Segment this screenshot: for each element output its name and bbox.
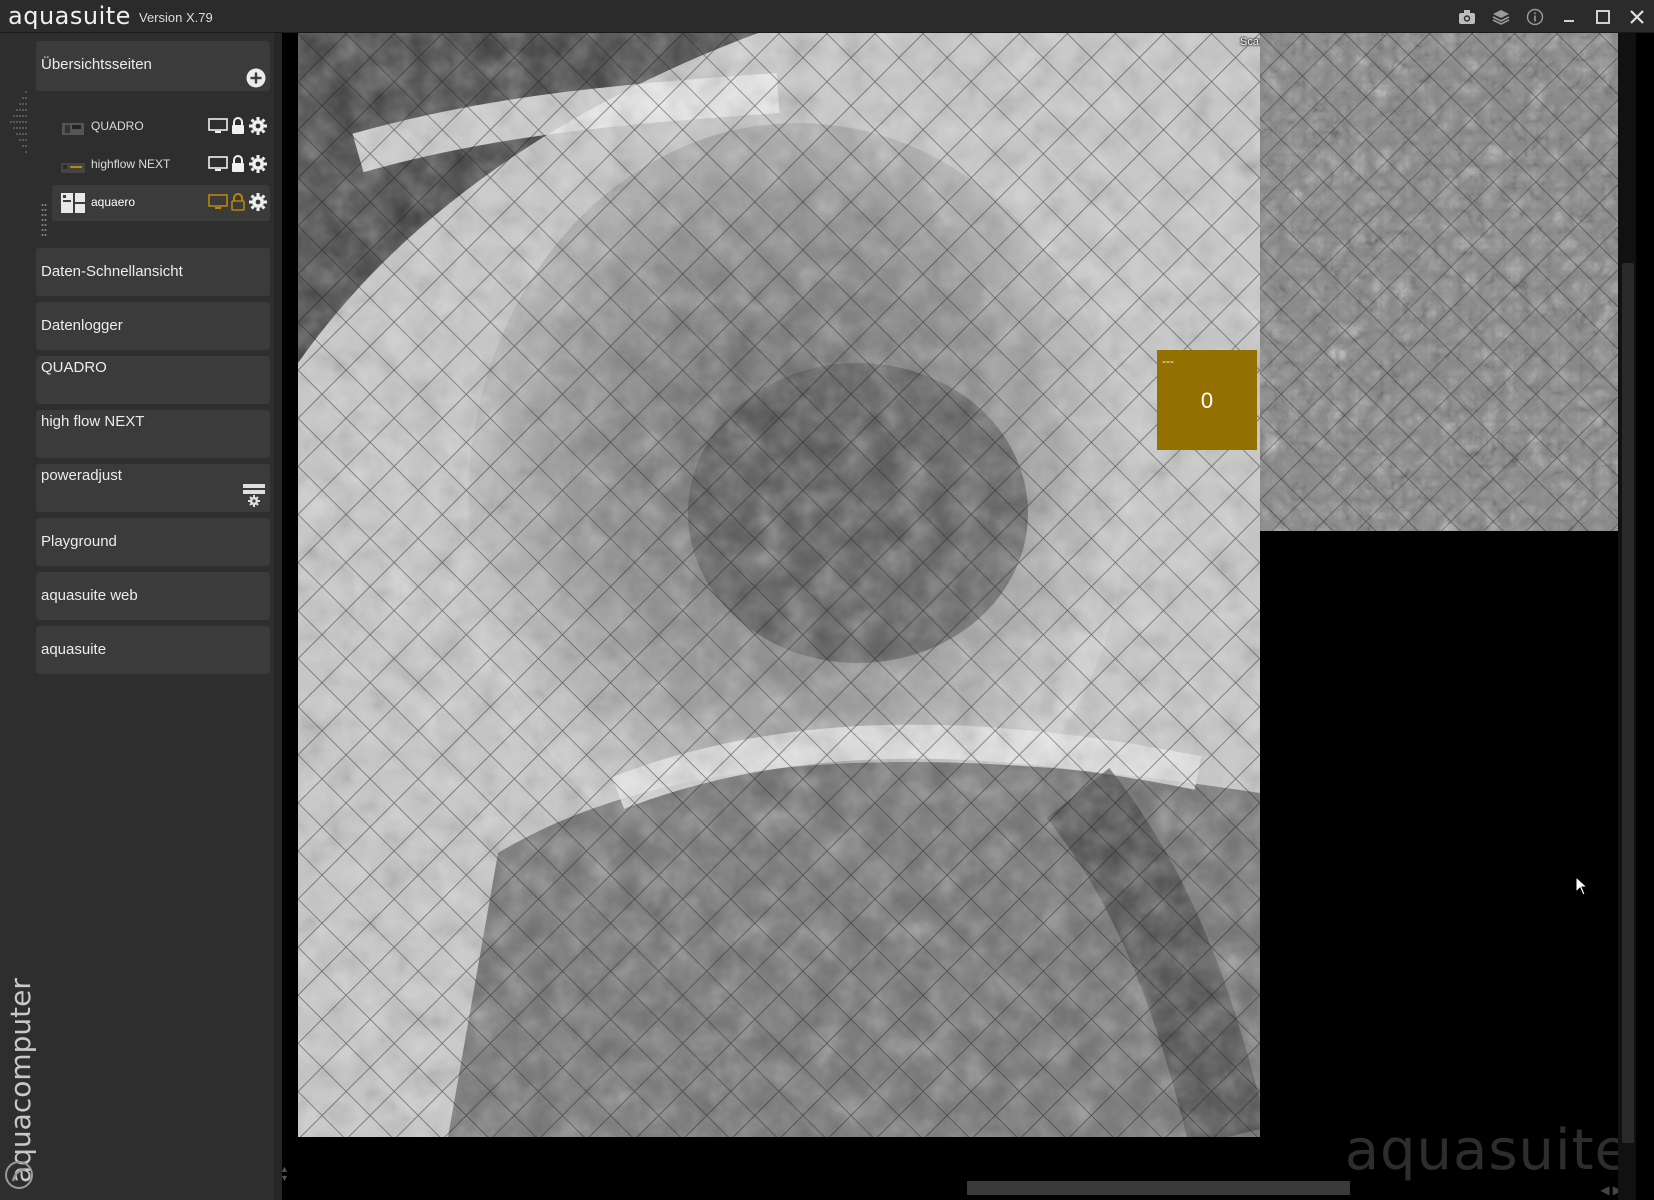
layout-thumbnail-icon: [61, 193, 85, 213]
mouse-cursor-icon: [1575, 876, 1589, 896]
nav-datalogger[interactable]: Datenlogger: [36, 302, 270, 350]
nav-label: aquasuite: [41, 641, 107, 658]
overview-item-label: highflow NEXT: [91, 157, 171, 171]
sidebar-collapse-grip[interactable]: [6, 88, 30, 164]
nav-label: poweradjust: [41, 467, 122, 484]
nav-label: aquasuite web: [41, 587, 138, 604]
nav-aquasuite-web[interactable]: aquasuite web: [36, 572, 270, 620]
gear-icon[interactable]: [248, 192, 268, 212]
overview-pages-group[interactable]: Übersichtsseiten: [36, 41, 270, 91]
lock-icon[interactable]: [231, 155, 245, 173]
drag-handle-icon[interactable]: [41, 203, 47, 241]
nav-label: Datenlogger: [41, 317, 123, 334]
lock-icon[interactable]: [231, 193, 245, 211]
nav-high-flow-next[interactable]: high flow NEXT: [36, 410, 270, 458]
layers-icon[interactable]: [1484, 0, 1518, 33]
scanner-image: [298, 33, 1260, 1137]
device-thumbnail-icon: [62, 123, 84, 135]
nav-quadro[interactable]: QUADRO: [36, 356, 270, 404]
nav-label: QUADRO: [41, 359, 107, 376]
minimize-icon[interactable]: [1552, 0, 1586, 33]
window-controls: [1450, 0, 1654, 33]
nav-aquasuite[interactable]: aquasuite: [36, 626, 270, 674]
value-tile[interactable]: --- 0: [1157, 350, 1257, 450]
monitor-icon[interactable]: [208, 194, 228, 210]
overview-item-label: aquaero: [91, 195, 136, 209]
app-title: aquasuite: [8, 2, 131, 30]
lock-icon[interactable]: [231, 117, 245, 135]
vertical-scroll-thumb[interactable]: [1622, 263, 1634, 1143]
sidebar-scroll-arrows[interactable]: ▲ ▼: [280, 1165, 289, 1183]
gear-icon[interactable]: [248, 154, 268, 174]
close-icon[interactable]: [1620, 0, 1654, 33]
overview-item-label: QUADRO: [91, 119, 144, 133]
overview-pages-label: Übersichtsseiten: [41, 56, 152, 73]
title-bar: aquasuite Version X.79: [0, 0, 1654, 33]
aquasuite-watermark: aquasuite: [1344, 1118, 1630, 1183]
monitor-icon[interactable]: [208, 156, 228, 172]
horizontal-scrollbar[interactable]: [967, 1181, 1350, 1195]
nav-data-quickview[interactable]: Daten-Schnellansicht: [36, 248, 270, 296]
maximize-icon[interactable]: [1586, 0, 1620, 33]
overview-item-quadro[interactable]: QUADRO: [52, 109, 270, 145]
app-version: Version X.79: [139, 10, 213, 25]
add-page-icon[interactable]: [246, 68, 266, 88]
overview-item-aquaero[interactable]: aquaero: [52, 185, 270, 221]
nav-label: Playground: [41, 533, 117, 550]
vertical-scrollbar[interactable]: [1618, 33, 1636, 1200]
nav-label: high flow NEXT: [41, 413, 145, 430]
camera-icon[interactable]: [1450, 0, 1484, 33]
sidebar: Übersichtsseiten QUADRO highflow NEXT aq…: [0, 33, 282, 1200]
overview-item-highflow-next[interactable]: highflow NEXT: [52, 147, 270, 183]
device-settings-icon: [243, 484, 265, 507]
nav-playground[interactable]: Playground: [36, 518, 270, 566]
aquacomputer-logo-icon: [5, 1161, 33, 1189]
tile-value: 0: [1200, 388, 1214, 413]
monitor-icon[interactable]: [208, 118, 228, 134]
nav-poweradjust[interactable]: poweradjust: [36, 464, 270, 512]
gear-icon[interactable]: [248, 116, 268, 136]
nav-label: Daten-Schnellansicht: [41, 263, 183, 280]
device-thumbnail-icon: [61, 163, 85, 173]
info-icon[interactable]: [1518, 0, 1552, 33]
brand-text: aquacomputer: [4, 978, 37, 1183]
texture-image: [1260, 33, 1630, 531]
overview-canvas: Scanner --- 0 aquasuite ◀ ▶: [290, 33, 1636, 1200]
tile-label: ---: [1162, 354, 1174, 368]
